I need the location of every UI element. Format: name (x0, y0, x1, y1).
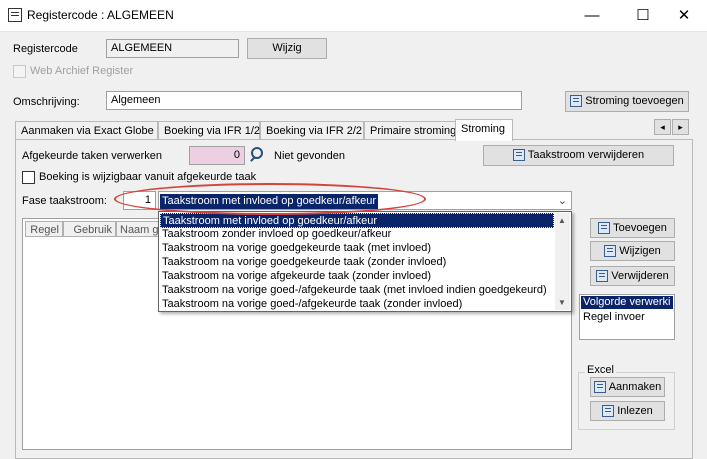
table-icon (512, 149, 525, 162)
taakstroom-verwijderen-label: Taakstroom verwijderen (527, 149, 645, 161)
minimize-button[interactable]: — (569, 0, 615, 31)
tab-stroming[interactable]: Stroming (455, 119, 513, 141)
chevron-down-icon: ⌄ (557, 195, 567, 207)
tab-scroll-right-button[interactable]: ▸ (672, 119, 689, 135)
maximize-button[interactable]: ☐ (620, 0, 666, 31)
taakstroom-verwijderen-button[interactable]: Taakstroom verwijderen (483, 145, 674, 166)
fase-dropdown-list[interactable]: Taakstroom met invloed op goedkeur/afkeu… (158, 211, 572, 312)
title-bar: Registercode : ALGEMEEN — ☐ ✕ (0, 0, 707, 32)
fase-selected-value: Taakstroom met invloed op goedkeur/afkeu… (160, 194, 379, 209)
scroll-down-icon[interactable]: ▼ (558, 298, 566, 307)
excel-import-icon (602, 405, 615, 418)
web-archief-label: Web Archief Register (30, 65, 134, 77)
tab-primaire-stroming[interactable]: Primaire stroming (364, 121, 456, 139)
registercode-label: Registercode (13, 43, 78, 55)
aanmaken-label: Aanmaken (608, 381, 662, 393)
dropdown-option[interactable]: Taakstroom na vorige goedgekeurde taak (… (160, 241, 554, 256)
toevoegen-label: Toevoegen (613, 222, 667, 234)
excel-export-icon (593, 381, 606, 394)
dropdown-option[interactable]: Taakstroom na vorige afgekeurde taak (zo… (160, 269, 554, 284)
registercode-field: ALGEMEEN (106, 39, 239, 58)
verwijderen-button[interactable]: Verwijderen (590, 266, 675, 286)
dropdown-option[interactable]: Taakstroom na vorige goed-/afgekeurde ta… (160, 297, 554, 312)
niet-gevonden-label: Niet gevonden (274, 150, 345, 162)
stroming-toevoegen-button[interactable]: Stroming toevoegen (565, 91, 689, 112)
afgekeurde-label: Afgekeurde taken verwerken (22, 150, 163, 162)
tab-aanmaken[interactable]: Aanmaken via Exact Globe (15, 121, 158, 139)
dropdown-option[interactable]: Taakstroom zonder invloed op goedkeur/af… (160, 227, 554, 242)
omschrijving-input[interactable]: Algemeen (106, 91, 522, 110)
wijzig-button[interactable]: Wijzig (247, 38, 327, 59)
column-header-regel[interactable]: Regel (25, 221, 63, 237)
close-button[interactable]: ✕ (661, 0, 707, 31)
web-archief-checkbox[interactable] (13, 65, 26, 78)
fase-label: Fase taakstroom: (22, 195, 107, 207)
wijzigen-button[interactable]: Wijzigen (590, 241, 675, 261)
inlezen-button[interactable]: Inlezen (590, 401, 665, 421)
toevoegen-button[interactable]: Toevoegen (590, 218, 675, 238)
dropdown-option[interactable]: Taakstroom met invloed op goedkeur/afkeu… (160, 213, 554, 228)
boeking-wijzigbaar-label: Boeking is wijzigbaar vanuit afgekeurde … (39, 171, 257, 183)
fase-number-field: 1 (123, 191, 156, 210)
excel-group-label: Excel (585, 364, 616, 376)
omschrijving-label: Omschrijving: (13, 96, 80, 108)
wijzigen-label: Wijzigen (619, 245, 661, 257)
dropdown-option[interactable]: Taakstroom na vorige goedgekeurde taak (… (160, 255, 554, 270)
tab-boeking-2[interactable]: Boeking via IFR 2/2 (260, 121, 364, 139)
stroming-toevoegen-label: Stroming toevoegen (585, 95, 684, 107)
scroll-up-icon[interactable]: ▲ (558, 216, 566, 225)
column-header-gebruik[interactable]: Gebruik (63, 221, 116, 237)
afgekeurde-input[interactable]: 0 (189, 146, 245, 165)
boeking-wijzigbaar-checkbox[interactable] (22, 171, 35, 184)
dropdown-scrollbar[interactable]: ▲ ▼ (555, 213, 570, 310)
delete-icon (596, 270, 609, 283)
verwijderen-label: Verwijderen (611, 270, 669, 282)
list-item[interactable]: Volgorde verwerki (581, 296, 673, 309)
fase-select[interactable]: Taakstroom met invloed op goedkeur/afkeu… (158, 191, 572, 210)
window-title: Registercode : ALGEMEEN (27, 8, 174, 22)
edit-icon (604, 245, 617, 258)
table-icon (570, 95, 583, 108)
mode-listbox[interactable]: Volgorde verwerki Regel invoer (579, 294, 675, 340)
add-icon (598, 222, 611, 235)
inlezen-label: Inlezen (617, 405, 653, 417)
dropdown-option[interactable]: Taakstroom na vorige goed-/afgekeurde ta… (160, 283, 554, 298)
tab-scroll-left-button[interactable]: ◂ (654, 119, 671, 135)
list-item[interactable]: Regel invoer (581, 311, 673, 324)
app-icon (8, 8, 22, 22)
tab-boeking-1[interactable]: Boeking via IFR 1/2 (158, 121, 260, 139)
aanmaken-button[interactable]: Aanmaken (590, 377, 665, 397)
